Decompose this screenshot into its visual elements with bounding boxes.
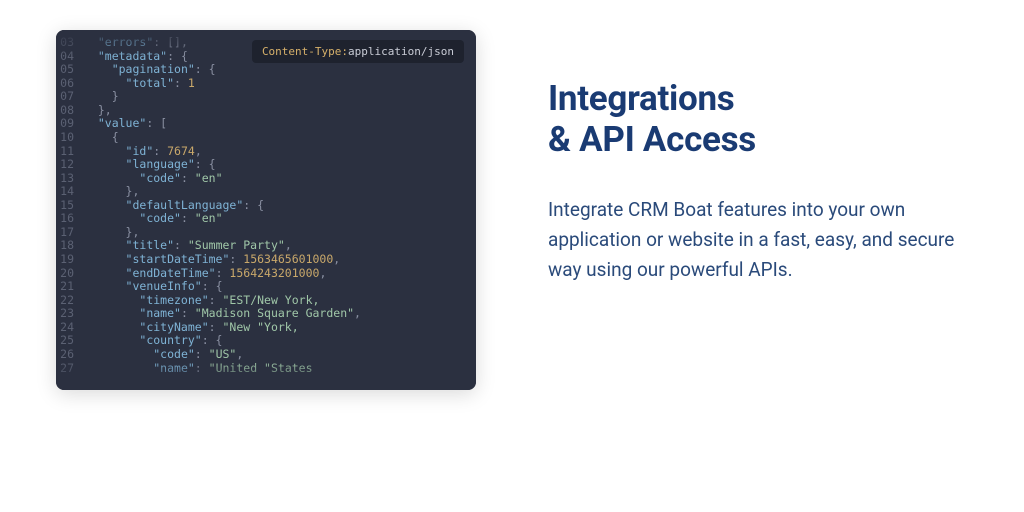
code-content: "code": "US", <box>84 348 243 362</box>
code-content: "timezone": "EST/New York, <box>84 294 319 308</box>
code-content: { <box>84 131 119 145</box>
line-number: 04 <box>56 50 84 64</box>
code-line: 13 "code": "en" <box>56 172 476 186</box>
line-number: 23 <box>56 307 84 321</box>
heading-line-2: & API Access <box>548 119 756 160</box>
code-content: "code": "en" <box>84 172 223 186</box>
code-line: 21 "venueInfo": { <box>56 280 476 294</box>
line-number: 08 <box>56 104 84 118</box>
line-number: 11 <box>56 145 84 159</box>
code-line: 27 "name": "United "States <box>56 362 476 376</box>
code-content: "pagination": { <box>84 63 216 77</box>
line-number: 24 <box>56 321 84 335</box>
layout-row: Content-Type:application/json 03 "errors… <box>0 0 1024 512</box>
code-line: 22 "timezone": "EST/New York, <box>56 294 476 308</box>
code-content: "language": { <box>84 158 216 172</box>
code-lines: 03 "errors": [],04 "metadata": {05 "pagi… <box>56 30 476 375</box>
line-number: 19 <box>56 253 84 267</box>
section-paragraph: Integrate CRM Boat features into your ow… <box>548 195 968 285</box>
code-line: 18 "title": "Summer Party", <box>56 239 476 253</box>
code-content: "country": { <box>84 334 222 348</box>
code-line: 17 }, <box>56 226 476 240</box>
line-number: 22 <box>56 294 84 308</box>
line-number: 18 <box>56 239 84 253</box>
code-line: 23 "name": "Madison Square Garden", <box>56 307 476 321</box>
code-content: "title": "Summer Party", <box>84 239 292 253</box>
line-number: 25 <box>56 334 84 348</box>
code-line: 07 } <box>56 90 476 104</box>
code-line: 05 "pagination": { <box>56 63 476 77</box>
heading-line-1: Integrations <box>548 78 734 119</box>
line-number: 14 <box>56 185 84 199</box>
code-line: 16 "code": "en" <box>56 212 476 226</box>
code-line: 12 "language": { <box>56 158 476 172</box>
line-number: 09 <box>56 117 84 131</box>
code-content: "value": [ <box>84 117 167 131</box>
code-line: 19 "startDateTime": 1563465601000, <box>56 253 476 267</box>
text-column: Integrations & API Access Integrate CRM … <box>548 30 968 512</box>
code-content: "name": "Madison Square Garden", <box>84 307 361 321</box>
code-content: "startDateTime": 1563465601000, <box>84 253 340 267</box>
code-line: 14 }, <box>56 185 476 199</box>
code-line: 24 "cityName": "New "York, <box>56 321 476 335</box>
line-number: 27 <box>56 362 84 376</box>
code-line: 20 "endDateTime": 1564243201000, <box>56 267 476 281</box>
line-number: 21 <box>56 280 84 294</box>
line-number: 15 <box>56 199 84 213</box>
code-content: } <box>84 90 119 104</box>
line-number: 16 <box>56 212 84 226</box>
line-number: 03 <box>56 36 84 50</box>
code-content: "total": 1 <box>84 77 195 91</box>
code-content: "endDateTime": 1564243201000, <box>84 267 326 281</box>
line-number: 17 <box>56 226 84 240</box>
code-line: 10 { <box>56 131 476 145</box>
code-line: 11 "id": 7674, <box>56 145 476 159</box>
line-number: 20 <box>56 267 84 281</box>
code-content: "id": 7674, <box>84 145 202 159</box>
code-line: 26 "code": "US", <box>56 348 476 362</box>
code-line: 15 "defaultLanguage": { <box>56 199 476 213</box>
line-number: 05 <box>56 63 84 77</box>
code-content: "venueInfo": { <box>84 280 223 294</box>
code-content: "defaultLanguage": { <box>84 199 264 213</box>
code-content: }, <box>84 226 139 240</box>
code-content: "metadata": { <box>84 50 188 64</box>
line-number: 26 <box>56 348 84 362</box>
line-number: 13 <box>56 172 84 186</box>
code-content: "name": "United "States <box>84 362 313 376</box>
line-number: 12 <box>56 158 84 172</box>
code-panel: Content-Type:application/json 03 "errors… <box>56 30 476 390</box>
code-content: "cityName": "New "York, <box>84 321 299 335</box>
code-content: }, <box>84 104 112 118</box>
code-line: 06 "total": 1 <box>56 77 476 91</box>
content-type-badge: Content-Type:application/json <box>252 40 464 63</box>
section-heading: Integrations & API Access <box>548 78 968 161</box>
code-content: "errors": [], <box>84 36 188 50</box>
badge-key: Content-Type: <box>262 45 348 58</box>
line-number: 06 <box>56 77 84 91</box>
code-content: "code": "en" <box>84 212 223 226</box>
code-line: 08 }, <box>56 104 476 118</box>
line-number: 07 <box>56 90 84 104</box>
code-line: 09 "value": [ <box>56 117 476 131</box>
badge-value: application/json <box>348 45 454 58</box>
code-line: 25 "country": { <box>56 334 476 348</box>
line-number: 10 <box>56 131 84 145</box>
code-content: }, <box>84 185 139 199</box>
